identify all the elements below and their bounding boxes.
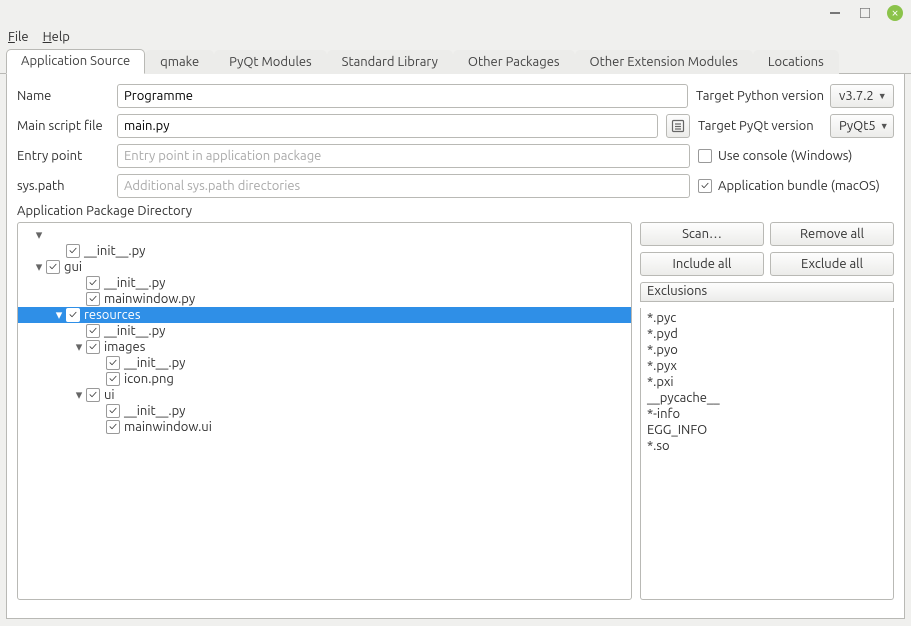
tree-item-checkbox[interactable] bbox=[106, 356, 120, 370]
remove-all-button[interactable]: Remove all bbox=[770, 222, 894, 246]
tree-item-label: ui bbox=[104, 387, 115, 403]
list-item[interactable]: *.pyo bbox=[647, 342, 887, 358]
exclusions-list[interactable]: *.pyc*.pyd*.pyo*.pyx*.pxi__pycache__*-in… bbox=[640, 308, 894, 600]
tree-item-checkbox[interactable] bbox=[86, 388, 100, 402]
tree-item-label: mainwindow.py bbox=[104, 291, 195, 307]
target-python-value: v3.7.2 bbox=[839, 89, 874, 103]
list-item[interactable]: *.so bbox=[647, 438, 887, 454]
tree-item-label: __init__.py bbox=[84, 243, 145, 259]
tree-row[interactable]: ▾ resources bbox=[18, 307, 631, 323]
tree-item-checkbox[interactable] bbox=[106, 420, 120, 434]
tree-item-label: gui bbox=[64, 259, 82, 275]
tab-other-packages[interactable]: Other Packages bbox=[453, 50, 575, 74]
tab-locations[interactable]: Locations bbox=[753, 50, 839, 74]
chevron-down-icon: ▼ bbox=[880, 121, 889, 131]
scan-button[interactable]: Scan… bbox=[640, 222, 764, 246]
menubar: File Help bbox=[0, 26, 911, 48]
tabbar: Application SourceqmakePyQt ModulesStand… bbox=[0, 48, 911, 74]
list-item[interactable]: *.pxi bbox=[647, 374, 887, 390]
menu-help[interactable]: Help bbox=[43, 30, 70, 44]
list-item[interactable]: *-info bbox=[647, 406, 887, 422]
tree-row[interactable]: ▾ images bbox=[18, 339, 631, 355]
name-input[interactable] bbox=[117, 84, 688, 108]
tree-row[interactable]: __init__.py bbox=[18, 243, 631, 259]
tree-item-checkbox[interactable] bbox=[106, 372, 120, 386]
syspath-input[interactable] bbox=[117, 174, 690, 198]
tab-other-extension-modules[interactable]: Other Extension Modules bbox=[575, 50, 753, 74]
main-script-input[interactable] bbox=[117, 114, 658, 138]
tab-panel-application-source: Name Target Python version v3.7.2 ▼ Main… bbox=[6, 74, 905, 619]
tree-expander-open-icon[interactable]: ▾ bbox=[32, 259, 46, 275]
label-use-console: Use console (Windows) bbox=[718, 149, 894, 163]
tree-expander-open-icon[interactable]: ▾ bbox=[72, 339, 86, 355]
label-app-pkg-dir: Application Package Directory bbox=[17, 204, 894, 218]
tab-standard-library[interactable]: Standard Library bbox=[327, 50, 453, 74]
tree-expander-open-icon[interactable]: ▾ bbox=[52, 307, 66, 323]
tree-expander-open-icon[interactable]: ▾ bbox=[32, 227, 46, 243]
tree-item-label: __init__.py bbox=[124, 355, 185, 371]
tree-item-checkbox[interactable] bbox=[46, 260, 60, 274]
tree-item-label: icon.png bbox=[124, 371, 174, 387]
tree-row[interactable]: ▾ ui bbox=[18, 387, 631, 403]
tab-application-source[interactable]: Application Source bbox=[6, 49, 145, 74]
tree-item-checkbox[interactable] bbox=[66, 244, 80, 258]
tree-row[interactable]: __init__.py bbox=[18, 403, 631, 419]
tree-item-label: __init__.py bbox=[104, 323, 165, 339]
tree-row[interactable]: ▾ bbox=[18, 227, 631, 243]
list-item[interactable]: *.pyc bbox=[647, 310, 887, 326]
list-item[interactable]: __pycache__ bbox=[647, 390, 887, 406]
tree-item-checkbox[interactable] bbox=[86, 276, 100, 290]
tree-item-checkbox[interactable] bbox=[86, 340, 100, 354]
tree-row[interactable]: icon.png bbox=[18, 371, 631, 387]
tree-item-checkbox[interactable] bbox=[86, 292, 100, 306]
chevron-down-icon: ▼ bbox=[878, 91, 887, 101]
tree-item-checkbox[interactable] bbox=[86, 324, 100, 338]
tab-qmake[interactable]: qmake bbox=[145, 50, 214, 74]
tree-row[interactable]: ▾ gui bbox=[18, 259, 631, 275]
tree-item-label: __init__.py bbox=[104, 275, 165, 291]
exclude-all-button[interactable]: Exclude all bbox=[770, 252, 894, 276]
label-target-python: Target Python version bbox=[696, 89, 824, 103]
exclusions-header: Exclusions bbox=[640, 282, 894, 302]
tree-row[interactable]: mainwindow.py bbox=[18, 291, 631, 307]
label-main-script: Main script file bbox=[17, 119, 109, 133]
tree-row[interactable]: __init__.py bbox=[18, 355, 631, 371]
label-name: Name bbox=[17, 89, 109, 103]
tab-pyqt-modules[interactable]: PyQt Modules bbox=[214, 50, 327, 74]
label-target-pyqt: Target PyQt version bbox=[698, 119, 824, 133]
tree-row[interactable]: mainwindow.ui bbox=[18, 419, 631, 435]
include-all-button[interactable]: Include all bbox=[640, 252, 764, 276]
browse-script-button[interactable] bbox=[666, 114, 690, 138]
titlebar bbox=[0, 0, 911, 26]
tree-item-label: mainwindow.ui bbox=[124, 419, 212, 435]
tree-expander-open-icon[interactable]: ▾ bbox=[72, 387, 86, 403]
target-pyqt-dropdown[interactable]: PyQt5 ▼ bbox=[830, 114, 894, 138]
list-item[interactable]: EGG_INFO bbox=[647, 422, 887, 438]
target-pyqt-value: PyQt5 bbox=[839, 119, 876, 133]
package-tree[interactable]: ▾__init__.py▾gui__init__.pymainwindow.py… bbox=[17, 222, 632, 600]
menu-file[interactable]: File bbox=[8, 30, 29, 44]
use-console-checkbox[interactable] bbox=[698, 149, 712, 163]
target-python-dropdown[interactable]: v3.7.2 ▼ bbox=[830, 84, 894, 108]
minimize-button[interactable] bbox=[827, 5, 843, 21]
tree-item-checkbox[interactable] bbox=[106, 404, 120, 418]
tree-row[interactable]: __init__.py bbox=[18, 323, 631, 339]
app-bundle-checkbox[interactable] bbox=[698, 179, 712, 193]
list-icon bbox=[671, 119, 685, 133]
tree-item-label: images bbox=[104, 339, 145, 355]
list-item[interactable]: *.pyx bbox=[647, 358, 887, 374]
label-syspath: sys.path bbox=[17, 179, 109, 193]
label-app-bundle: Application bundle (macOS) bbox=[718, 179, 894, 193]
tree-item-label: __init__.py bbox=[124, 403, 185, 419]
tree-item-checkbox[interactable] bbox=[66, 308, 80, 322]
maximize-button[interactable] bbox=[857, 5, 873, 21]
tree-item-label: resources bbox=[84, 307, 141, 323]
list-item[interactable]: *.pyd bbox=[647, 326, 887, 342]
close-button[interactable] bbox=[887, 5, 903, 21]
tree-row[interactable]: __init__.py bbox=[18, 275, 631, 291]
label-entry-point: Entry point bbox=[17, 149, 109, 163]
entry-point-input[interactable] bbox=[117, 144, 690, 168]
